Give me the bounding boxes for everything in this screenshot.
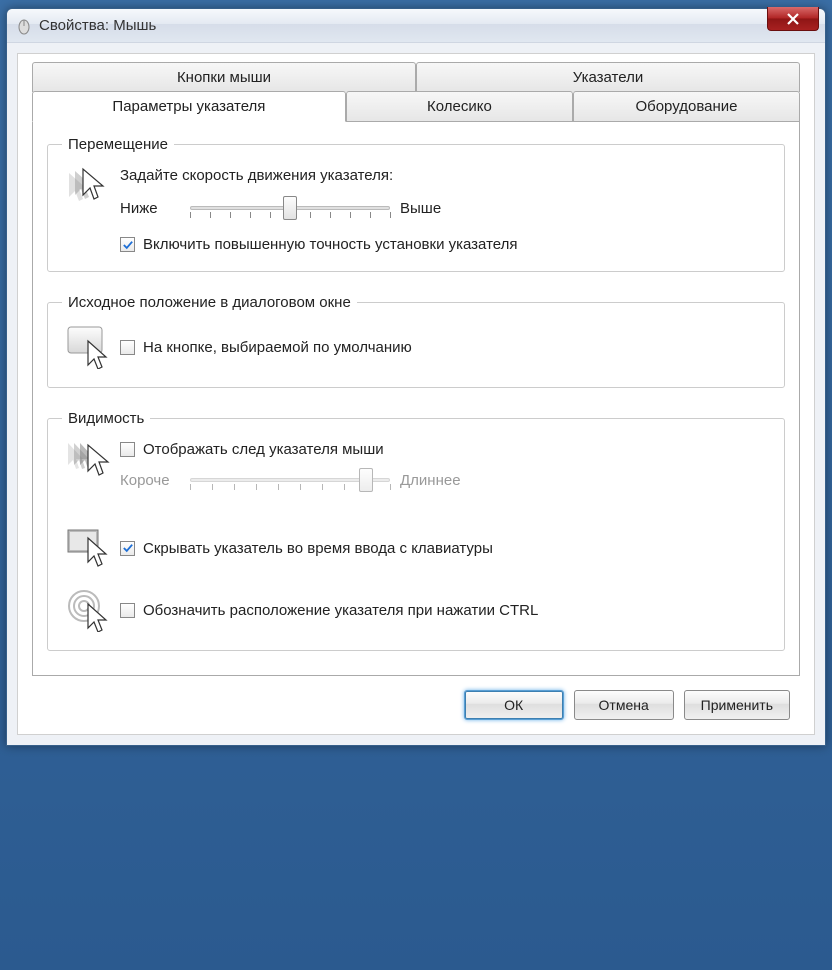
enhance-precision-checkbox[interactable] xyxy=(120,237,135,252)
group-snap-to: Исходное положение в диалоговом окне На … xyxy=(47,294,785,388)
trails-short-label: Короче xyxy=(120,472,180,489)
trails-long-label: Длиннее xyxy=(400,472,461,489)
snap-to-checkbox[interactable] xyxy=(120,340,135,355)
tab-pointer-options[interactable]: Параметры указателя xyxy=(32,91,346,122)
pointer-speed-label: Задайте скорость движения указателя: xyxy=(120,167,770,184)
window-title: Свойства: Мышь xyxy=(39,17,156,34)
tabs-row-2: Параметры указателя Колесико Оборудовани… xyxy=(26,91,806,122)
close-button[interactable] xyxy=(767,7,819,31)
apply-button[interactable]: Применить xyxy=(684,690,790,720)
hide-pointer-label: Скрывать указатель во время ввода с клав… xyxy=(143,540,493,557)
tab-buttons[interactable]: Кнопки мыши xyxy=(32,62,416,92)
dialog-buttons: ОК Отмена Применить xyxy=(26,676,806,720)
pointer-trails-slider[interactable] xyxy=(190,466,390,494)
pointer-trails-icon xyxy=(62,441,120,483)
group-motion: Перемещение Задайте скорость движения ук… xyxy=(47,136,785,272)
group-visibility-legend: Видимость xyxy=(62,410,150,427)
close-icon xyxy=(786,13,800,25)
pointer-trails-checkbox[interactable] xyxy=(120,442,135,457)
snap-to-label: На кнопке, выбираемой по умолчанию xyxy=(143,339,412,356)
group-visibility: Видимость Отображать след ука xyxy=(47,410,785,651)
pointer-speed-slider[interactable] xyxy=(190,194,390,222)
hide-pointer-checkbox[interactable] xyxy=(120,541,135,556)
tab-wheel[interactable]: Колесико xyxy=(346,91,573,122)
pointer-speed-fast-label: Выше xyxy=(400,200,460,217)
pointer-trails-label: Отображать след указателя мыши xyxy=(143,441,384,458)
group-motion-legend: Перемещение xyxy=(62,136,174,153)
mouse-icon xyxy=(15,17,33,35)
dialog-window: Свойства: Мышь Кнопки мыши Указатели Пар… xyxy=(6,8,826,746)
group-snap-to-legend: Исходное положение в диалоговом окне xyxy=(62,294,357,311)
ok-button[interactable]: ОК xyxy=(464,690,564,720)
client-area: Кнопки мыши Указатели Параметры указател… xyxy=(17,53,815,735)
tab-panel-pointer-options: Перемещение Задайте скорость движения ук… xyxy=(32,121,800,676)
pointer-speed-slow-label: Ниже xyxy=(120,200,180,217)
locate-pointer-icon xyxy=(62,588,120,632)
cancel-button[interactable]: Отмена xyxy=(574,690,674,720)
locate-pointer-label: Обозначить расположение указателя при на… xyxy=(143,602,538,619)
enhance-precision-label: Включить повышенную точность установки у… xyxy=(143,236,518,253)
locate-pointer-checkbox[interactable] xyxy=(120,603,135,618)
titlebar: Свойства: Мышь xyxy=(7,9,825,43)
pointer-speed-icon xyxy=(62,167,120,209)
tabs-row-1: Кнопки мыши Указатели xyxy=(26,62,806,92)
tab-pointers[interactable]: Указатели xyxy=(416,62,800,92)
tab-hardware[interactable]: Оборудование xyxy=(573,91,800,122)
hide-pointer-icon xyxy=(62,528,120,568)
snap-to-icon xyxy=(62,325,120,369)
